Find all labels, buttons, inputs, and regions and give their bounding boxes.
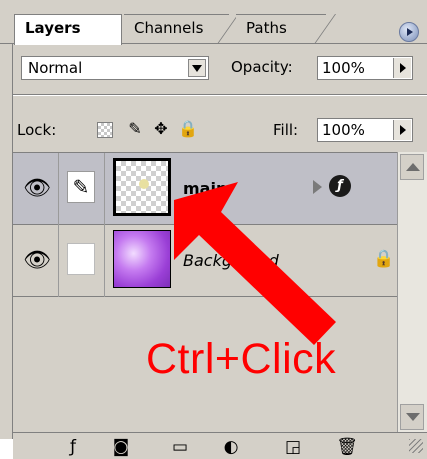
tab-channels[interactable]: Channels [124,14,229,44]
resize-grip[interactable] [409,439,423,453]
opacity-value: 100% [322,59,365,77]
vertical-scrollbar[interactable] [397,152,427,432]
new-group-icon[interactable]: ▭ [168,437,192,457]
adjustment-layer-icon[interactable]: ◐ [219,437,243,457]
lock-icon: 🔒 [373,249,395,269]
layer-thumbnail-background[interactable] [113,230,171,288]
fill-slider-arrow-icon[interactable] [393,120,411,140]
tab-paths[interactable]: Paths [236,14,326,44]
link-box[interactable] [67,243,95,275]
lock-label: Lock: [17,121,57,139]
add-mask-icon[interactable]: ◙ [109,437,133,457]
fill-value: 100% [322,121,365,139]
panel-menu-icon[interactable] [399,22,419,42]
layer-row-background[interactable]: 👁 Background 🔒 [13,225,397,297]
tab-layers[interactable]: Layers [14,14,122,45]
layer-effects-icon[interactable]: ƒ [329,175,351,197]
fill-field[interactable]: 100% [317,118,413,142]
add-style-icon[interactable]: ƒ [61,437,85,457]
blend-mode-value: Normal [28,59,83,77]
lock-all-icon[interactable]: 🔒 [178,120,198,138]
opacity-label: Opacity: [231,58,293,76]
divider [13,94,427,96]
layers-panel: Layers Channels Paths Normal Opacity: 10… [0,0,427,459]
lock-image-pixels-icon[interactable]: ✎ [126,120,144,138]
scroll-down-icon[interactable] [400,404,424,430]
scroll-up-icon[interactable] [400,154,424,180]
blend-mode-select[interactable]: Normal [21,56,209,80]
brush-icon: ✎ [67,171,95,203]
panel-tab-strip: Layers Channels Paths [0,0,427,45]
layer-name[interactable]: Background [183,251,279,270]
fill-label: Fill: [273,121,299,139]
expand-effects-icon[interactable] [313,180,322,194]
opacity-slider-arrow-icon[interactable] [393,58,411,78]
eye-icon[interactable]: 👁 [23,176,51,201]
layer-name[interactable]: main [183,179,227,198]
ctrl-click-annotation: Ctrl+Click [146,335,337,383]
opacity-field[interactable]: 100% [317,56,413,80]
layers-toolbar: ƒ ◙ ▭ ◐ ◲ 🗑 [13,432,427,459]
lock-position-icon[interactable]: ✥ [152,120,170,138]
link-cell[interactable]: ✎ [59,153,105,225]
visibility-cell[interactable]: 👁 [13,153,59,225]
new-layer-icon[interactable]: ◲ [281,437,305,457]
layer-row-main[interactable]: 👁 ✎ main ƒ [13,153,397,225]
layer-thumbnail-main[interactable] [113,158,171,216]
visibility-cell[interactable]: 👁 [13,225,59,297]
chevron-down-icon[interactable] [188,59,206,77]
lock-transparent-pixels-icon[interactable] [97,122,113,138]
delete-layer-icon[interactable]: 🗑 [335,437,359,457]
layers-list: 👁 ✎ main ƒ 👁 Background 🔒 [13,152,397,433]
eye-icon[interactable]: 👁 [23,248,51,273]
link-cell[interactable] [59,225,105,297]
thumbnail-content [139,179,149,189]
